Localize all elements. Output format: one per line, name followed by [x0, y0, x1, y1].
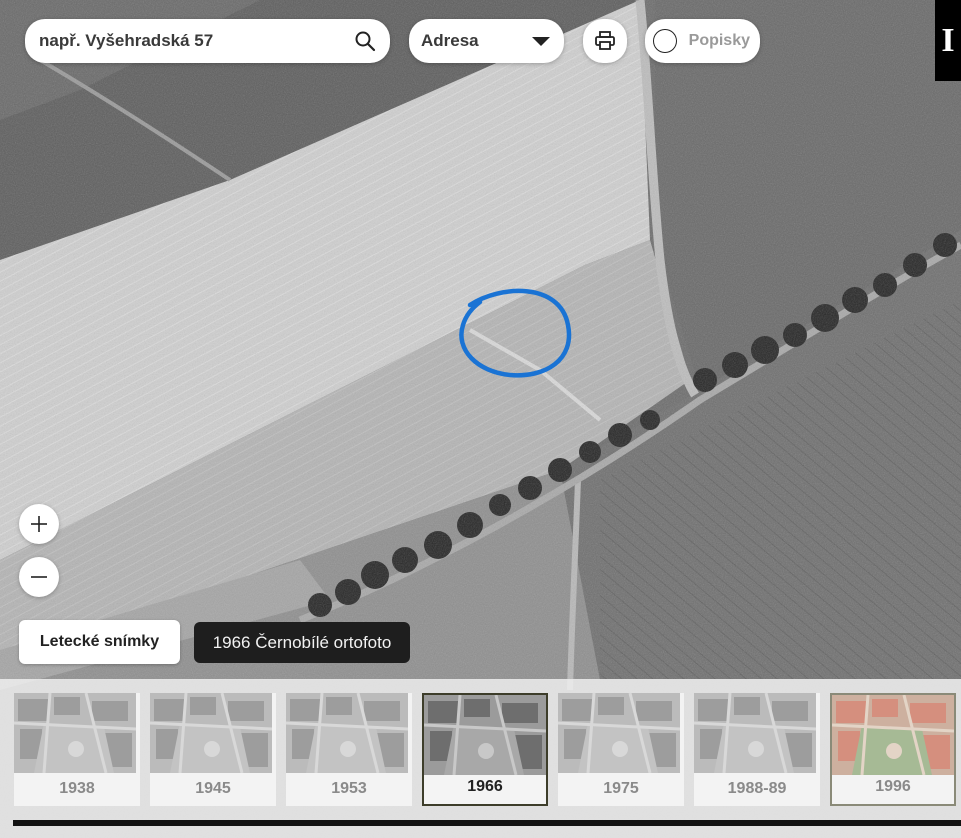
zoom-in-button[interactable]	[19, 504, 59, 544]
caret-down-icon	[532, 36, 550, 46]
current-layer-label: 1966 Černobílé ortofoto	[194, 622, 410, 663]
search-mode-select[interactable]: Adresa	[409, 19, 564, 63]
timeline-year-label: 1966	[467, 778, 503, 795]
timeline-item-1975[interactable]: 1975	[558, 693, 684, 806]
search-input[interactable]	[37, 30, 354, 52]
timeline-scrollbar[interactable]	[13, 820, 961, 826]
map-app: Adresa Popisky I Letecké snímky 1966 Čer…	[0, 0, 961, 838]
timeline-item-1945[interactable]: 1945	[150, 693, 276, 806]
timeline-item-1988-89[interactable]: 1988-89	[694, 693, 820, 806]
timeline-year-label: 1975	[603, 780, 639, 797]
timeline-item-1996[interactable]: 1996	[830, 693, 956, 806]
minus-icon	[31, 576, 47, 578]
printer-icon	[595, 31, 615, 50]
timeline-item-1938[interactable]: 1938	[14, 693, 140, 806]
print-button[interactable]	[583, 19, 627, 63]
timeline-thumbnail-image	[424, 695, 546, 775]
plus-icon	[31, 516, 47, 532]
timeline-year-label: 1953	[331, 780, 367, 797]
timeline-item-1966[interactable]: 1966	[422, 693, 548, 806]
search-icon[interactable]	[354, 30, 376, 52]
info-button[interactable]: I	[935, 0, 961, 81]
timeline-year-label: 1996	[875, 778, 911, 795]
year-timeline: 1938 1945 1953 1966 1975 1988-89 1996	[0, 679, 961, 838]
toggle-circle-icon	[653, 29, 677, 53]
search-mode-value: Adresa	[421, 31, 479, 50]
timeline-year-label: 1938	[59, 780, 95, 797]
timeline-year-label: 1945	[195, 780, 231, 797]
zoom-out-button[interactable]	[19, 557, 59, 597]
timeline-item-1953[interactable]: 1953	[286, 693, 412, 806]
aerial-layers-button[interactable]: Letecké snímky	[19, 620, 180, 664]
labels-toggle-label: Popisky	[688, 32, 750, 49]
labels-toggle[interactable]: Popisky	[645, 19, 760, 63]
timeline-year-label: 1988-89	[727, 780, 787, 797]
search-box	[25, 19, 390, 63]
